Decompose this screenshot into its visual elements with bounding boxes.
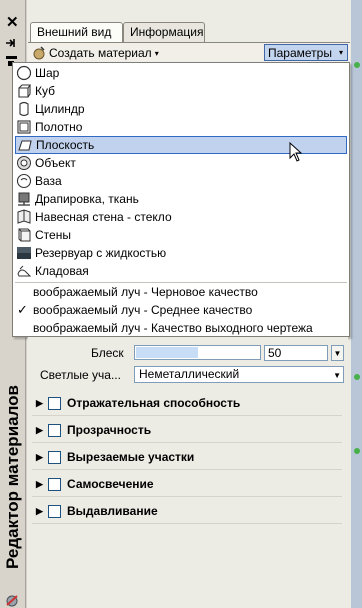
highlights-label: Светлые уча...	[40, 368, 121, 382]
bump-checkbox[interactable]	[48, 504, 61, 518]
section-reflectivity[interactable]: ▶ Отражательная способность	[36, 393, 240, 413]
tab-information[interactable]: Информация	[123, 22, 205, 42]
section-divider	[32, 415, 342, 416]
menu-item-label: Шар	[35, 66, 60, 80]
expand-arrow-icon[interactable]: ▶	[36, 452, 48, 463]
curtain-wall-icon	[17, 209, 31, 224]
menu-item-label: Стены	[35, 228, 71, 242]
menu-item-label: воображаемый луч - Черновое качество	[33, 285, 258, 299]
menu-item-canvas[interactable]: Полотно	[15, 118, 347, 136]
highlights-select[interactable]: Неметаллический ▼	[134, 366, 344, 383]
status-dot-icon	[354, 448, 360, 454]
walls-icon	[18, 228, 31, 242]
menu-item-label: Кладовая	[35, 264, 89, 278]
menu-item-label: Объект	[35, 156, 76, 170]
menu-item-walls[interactable]: Стены	[15, 226, 347, 244]
menu-item-label: воображаемый луч - Среднее качество	[33, 303, 253, 317]
section-cutouts[interactable]: ▶ Вырезаемые участки	[36, 447, 194, 467]
material-editor-icon	[6, 595, 18, 607]
section-self-illumination[interactable]: ▶ Самосвечение	[36, 474, 154, 494]
mouse-cursor-icon	[289, 142, 303, 162]
menu-item-utility[interactable]: Кладовая	[15, 262, 347, 280]
menu-item-label: Плоскость	[36, 138, 95, 152]
create-material-button[interactable]: Создать материал ▾	[32, 45, 159, 61]
menu-item-vase[interactable]: Ваза	[15, 172, 347, 190]
drawing-area-edge	[351, 0, 362, 608]
material-settings-panel: Блеск 50 ▼ Светлые уча... Неметаллически…	[28, 337, 348, 608]
section-label: Самосвечение	[67, 477, 154, 491]
menu-item-label: Цилиндр	[35, 102, 85, 116]
chevron-down-icon: ▼	[333, 371, 341, 380]
menu-item-label: Ваза	[35, 174, 62, 188]
gloss-row: Блеск 50 ▼	[28, 337, 348, 361]
canvas-icon	[17, 120, 31, 134]
parameters-button[interactable]: Параметры ▾	[264, 44, 348, 61]
section-divider	[32, 496, 342, 497]
section-divider	[32, 469, 342, 470]
liquid-tank-icon	[17, 247, 31, 259]
palette-title: Редактор материалов	[3, 384, 22, 569]
parameters-dropdown-menu: Шар Куб Цилиндр Полотно Плоскость Объект…	[12, 62, 350, 337]
utility-icon	[17, 265, 32, 277]
menu-item-quality-draft[interactable]: воображаемый луч - Черновое качество	[15, 283, 347, 301]
transparency-checkbox[interactable]	[48, 423, 61, 437]
menu-item-drapery[interactable]: Драпировка, ткань	[15, 190, 347, 208]
expand-arrow-icon[interactable]: ▶	[36, 506, 48, 517]
menu-item-quality-medium[interactable]: ✓ воображаемый луч - Среднее качество	[15, 301, 347, 319]
drapery-icon	[18, 192, 30, 206]
material-toolbar: Создать материал ▾ Параметры ▾	[28, 42, 350, 62]
menu-item-liquid-tank[interactable]: Резервуар с жидкостью	[15, 244, 347, 262]
status-dot-icon	[354, 62, 360, 68]
menu-item-label: Полотно	[35, 120, 83, 134]
menu-item-label: Драпировка, ткань	[35, 192, 139, 206]
chevron-down-icon: ▾	[154, 48, 159, 58]
section-transparency[interactable]: ▶ Прозрачность	[36, 420, 151, 440]
sphere-icon	[16, 65, 32, 81]
checkmark-icon: ✓	[17, 302, 28, 317]
highlights-select-value: Неметаллический	[139, 367, 240, 381]
reflectivity-checkbox[interactable]	[48, 396, 61, 410]
section-bump[interactable]: ▶ Выдавливание	[36, 501, 158, 521]
menu-item-label: Навесная стена - стекло	[35, 210, 172, 224]
menu-item-curtain-wall[interactable]: Навесная стена - стекло	[15, 208, 347, 226]
close-icon[interactable]: ✕	[6, 15, 19, 30]
expand-arrow-icon[interactable]: ▶	[36, 479, 48, 490]
parameters-label: Параметры	[268, 45, 332, 60]
autohide-icon[interactable]	[5, 37, 19, 49]
menu-item-label: воображаемый луч - Качество выходного че…	[33, 321, 313, 335]
cube-icon	[18, 84, 32, 98]
menu-item-cylinder[interactable]: Цилиндр	[15, 100, 347, 118]
object-icon	[17, 156, 31, 170]
menu-item-cube[interactable]: Куб	[15, 82, 347, 100]
tab-appearance[interactable]: Внешний вид	[30, 22, 123, 43]
self-illumination-checkbox[interactable]	[48, 477, 61, 491]
section-label: Отражательная способность	[67, 396, 241, 410]
plane-icon	[18, 140, 32, 151]
section-label: Выдавливание	[67, 504, 158, 518]
cylinder-icon	[19, 101, 29, 117]
menu-item-sphere[interactable]: Шар	[15, 64, 347, 82]
create-material-label: Создать материал	[49, 46, 152, 60]
expand-arrow-icon[interactable]: ▶	[36, 425, 48, 436]
section-divider	[32, 523, 342, 524]
section-label: Прозрачность	[67, 423, 152, 437]
vase-icon	[16, 173, 32, 189]
chevron-down-icon: ▾	[338, 48, 343, 57]
menu-item-label: Куб	[35, 84, 55, 98]
cutouts-checkbox[interactable]	[48, 450, 61, 464]
status-dot-icon	[354, 374, 360, 380]
create-material-icon	[33, 46, 45, 60]
section-label: Вырезаемые участки	[67, 450, 195, 464]
menu-item-label: Резервуар с жидкостью	[35, 246, 167, 260]
expand-arrow-icon[interactable]: ▶	[36, 398, 48, 409]
menu-item-quality-output[interactable]: воображаемый луч - Качество выходного че…	[15, 319, 347, 337]
gloss-slider-fill	[136, 347, 198, 358]
highlights-row: Светлые уча... Неметаллический ▼	[28, 358, 348, 383]
section-divider	[32, 442, 342, 443]
